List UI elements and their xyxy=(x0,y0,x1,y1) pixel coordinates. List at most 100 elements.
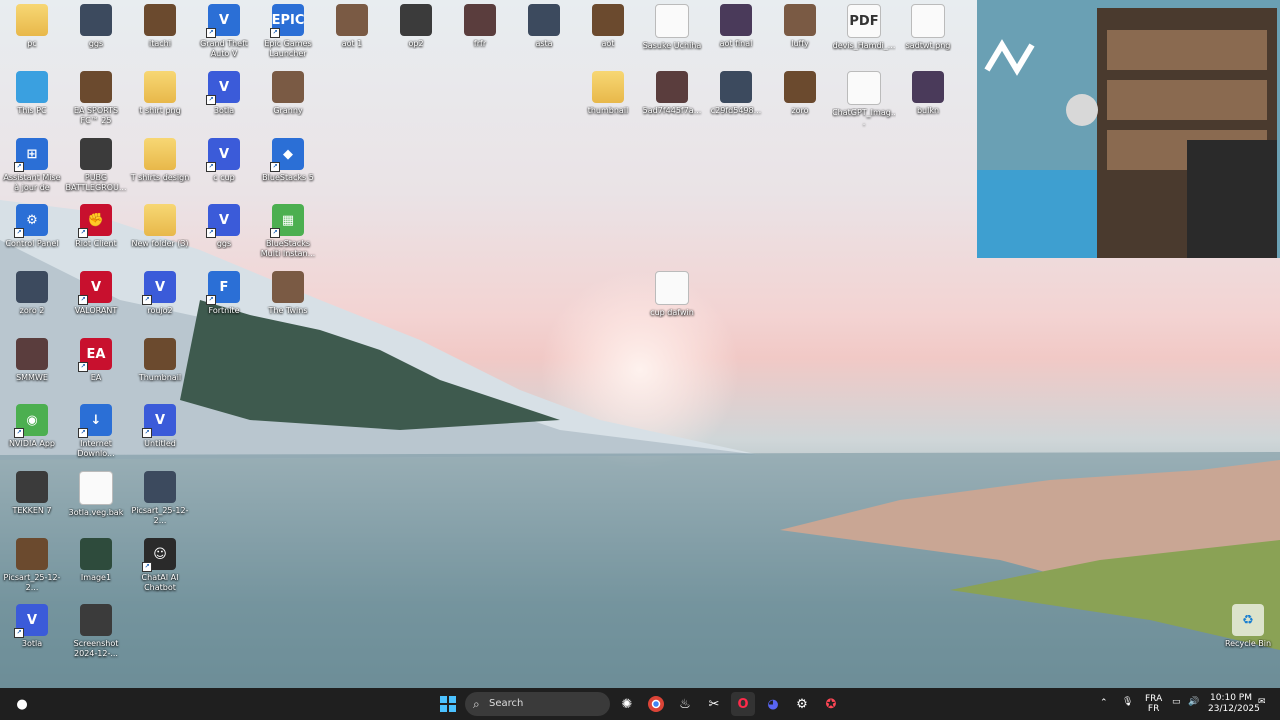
file-icon xyxy=(79,471,113,505)
app-icon: ✊ ↗ xyxy=(78,204,112,238)
desktop-icon[interactable]: EPIC ↗ Epic Games Launcher xyxy=(256,4,320,59)
desktop-icon[interactable]: ↓ ↗ Internet Downlo... xyxy=(64,404,128,459)
image-thumbnail-icon xyxy=(272,271,304,303)
desktop-icon[interactable]: V ↗ Untitled xyxy=(128,404,192,449)
desktop-icon[interactable]: Image1 xyxy=(64,538,128,583)
desktop-icon-label: bulkn xyxy=(916,106,940,115)
desktop-icon[interactable]: Screenshot 2024-12-... xyxy=(64,604,128,659)
chrome-icon[interactable] xyxy=(644,692,668,716)
desktop-icon[interactable]: V ↗ 3otla xyxy=(192,71,256,116)
desktop-icon[interactable]: zoro xyxy=(768,71,832,116)
microphone-icon[interactable]: 🎙 xyxy=(1122,697,1133,707)
desktop-icon[interactable]: Picsart_25-12-2... xyxy=(0,538,64,593)
desktop-icon-label: 3otla xyxy=(21,639,43,648)
desktop-icon[interactable]: ◉ ↗ NVIDIA App xyxy=(0,404,64,449)
desktop-icon[interactable]: New folder (3) xyxy=(128,204,192,249)
shortcut-arrow-icon: ↗ xyxy=(270,162,280,172)
notification-icon[interactable]: ✉ xyxy=(1258,697,1266,707)
desktop-icon[interactable]: zoro 2 xyxy=(0,271,64,316)
desktop-icon[interactable]: ⊞↗Assistant Mise à jour de Window... xyxy=(0,138,64,193)
desktop-icon[interactable]: PUBG BATTLEGROU... xyxy=(64,138,128,193)
recycle-bin-icon: ♻ xyxy=(1232,604,1264,636)
snipping-tool-icon[interactable]: ✂ xyxy=(702,692,726,716)
start-button[interactable] xyxy=(436,692,460,716)
desktop-icon[interactable]: Granny xyxy=(256,71,320,116)
desktop-icon[interactable]: sadtwt.png xyxy=(896,4,960,51)
desktop-icon[interactable]: aot 1 xyxy=(320,4,384,49)
desktop-icon[interactable]: ▦ ↗ BlueStacks Multi Instan... xyxy=(256,204,320,259)
desktop-icon[interactable]: V ↗ ggs xyxy=(192,204,256,249)
desktop-icon[interactable]: asta xyxy=(512,4,576,49)
desktop-icon-label: Thumbnail xyxy=(138,373,182,382)
desktop-icon[interactable]: ⚙ ↗ Control Panel xyxy=(0,204,64,249)
opera-gx-icon[interactable]: O xyxy=(731,692,755,716)
desktop-icon[interactable]: luffy xyxy=(768,4,832,49)
chatgpt-icon[interactable]: ✺ xyxy=(615,692,639,716)
shortcut-arrow-icon: ↗ xyxy=(206,28,216,38)
discord-icon[interactable]: ◕ xyxy=(761,692,785,716)
desktop-icon[interactable]: ChatGPT_Imag... xyxy=(832,71,896,128)
desktop-icon[interactable]: PDF devis_Hamdi_... xyxy=(832,4,896,51)
tray-chevron-icon[interactable]: ⌃ xyxy=(1100,698,1108,708)
desktop-icon-label: NVIDIA App xyxy=(9,439,55,448)
desktop-icon[interactable]: TEKKEN 7 xyxy=(0,471,64,516)
desktop-icon[interactable]: ☺ ↗ ChatAI AI Chatbot xyxy=(128,538,192,593)
riot-icon[interactable]: ✪ xyxy=(819,692,843,716)
desktop-icon[interactable]: T shirts design xyxy=(128,138,192,183)
network-icon[interactable]: ▭ xyxy=(1172,697,1181,707)
fan-app-icon[interactable]: ⚙ xyxy=(790,692,814,716)
desktop-icon[interactable]: ✊ ↗ Riot Client xyxy=(64,204,128,249)
desktop-icon-label: 3otla xyxy=(213,106,235,115)
desktop-icon[interactable]: V ↗ Grand Theft Auto V xyxy=(192,4,256,59)
desktop-icon[interactable]: bulkn xyxy=(896,71,960,116)
desktop-icon[interactable]: frfr xyxy=(448,4,512,49)
desktop-icon[interactable]: cup dafwin xyxy=(640,271,704,318)
desktop-icon[interactable]: op2 xyxy=(384,4,448,49)
desktop-icon[interactable]: Thumbnail xyxy=(128,338,192,383)
desktop-icon[interactable]: ggs xyxy=(64,4,128,49)
desktop-icon[interactable]: V ↗ VALORANT xyxy=(64,271,128,316)
desktop-icon[interactable]: Sasuke Uchiha xyxy=(640,4,704,51)
desktop-icon[interactable]: aot final xyxy=(704,4,768,49)
taskbar-search[interactable]: ⌕ Search xyxy=(465,692,610,716)
shortcut-arrow-icon: ↗ xyxy=(206,295,216,305)
shortcut-arrow-icon: ↗ xyxy=(206,228,216,238)
desktop-icon-label: c29fd5498... xyxy=(710,106,762,115)
desktop-icon[interactable]: The Twins xyxy=(256,271,320,316)
desktop-icon[interactable]: V ↗ 3otla xyxy=(0,604,64,649)
desktop-icon[interactable]: SMMWE xyxy=(0,338,64,383)
image-thumbnail-icon xyxy=(80,538,112,570)
desktop-icon-label: EA SPORTS FC™ 25 xyxy=(73,106,119,125)
desktop-icon[interactable]: thumbnail xyxy=(576,71,640,116)
search-placeholder: Search xyxy=(489,698,524,709)
desktop-icon[interactable]: 5ad7f445f7a... xyxy=(640,71,704,116)
clock[interactable]: 10:10 PM 23/12/2025 xyxy=(1208,693,1260,715)
desktop-icon-label: pc xyxy=(27,39,37,48)
desktop-icon[interactable]: pc xyxy=(0,4,64,49)
desktop-icon[interactable]: EA SPORTS FC™ 25 xyxy=(64,71,128,126)
desktop-icon[interactable]: ♻ Recycle Bin xyxy=(1216,604,1280,649)
shortcut-arrow-icon: ↗ xyxy=(142,428,152,438)
desktop-icon[interactable]: F ↗ Fortnite xyxy=(192,271,256,316)
steam-icon[interactable]: ♨ xyxy=(673,692,697,716)
desktop-icon-label: EA xyxy=(90,373,102,382)
desktop-icon[interactable]: ◆ ↗ BlueStacks 5 xyxy=(256,138,320,183)
desktop-icon[interactable]: V ↗ c cup xyxy=(192,138,256,183)
app-icon: F ↗ xyxy=(206,271,240,305)
desktop-icon[interactable]: V ↗ roujo2 xyxy=(128,271,192,316)
desktop-icon[interactable]: EA ↗ EA xyxy=(64,338,128,383)
volume-icon[interactable]: 🔊 xyxy=(1188,697,1199,707)
desktop-icon[interactable]: 3otla.veg.bak xyxy=(64,471,128,518)
desktop-icon[interactable]: aot xyxy=(576,4,640,49)
desktop-icon[interactable]: t shirt png xyxy=(128,71,192,116)
folder-icon xyxy=(592,71,624,103)
app-icon: ⊞ ↗ xyxy=(14,138,48,172)
language-indicator[interactable]: FRA FR xyxy=(1145,694,1162,714)
desktop-icon[interactable]: itachi xyxy=(128,4,192,49)
desktop-icon-label: asta xyxy=(535,39,553,48)
desktop-icon[interactable]: This PC xyxy=(0,71,64,116)
shortcut-arrow-icon: ↗ xyxy=(78,362,88,372)
desktop-icon[interactable]: Picsart_25-12-2... xyxy=(128,471,192,526)
widgets-icon[interactable]: ● xyxy=(10,692,34,716)
desktop-icon[interactable]: c29fd5498... xyxy=(704,71,768,116)
